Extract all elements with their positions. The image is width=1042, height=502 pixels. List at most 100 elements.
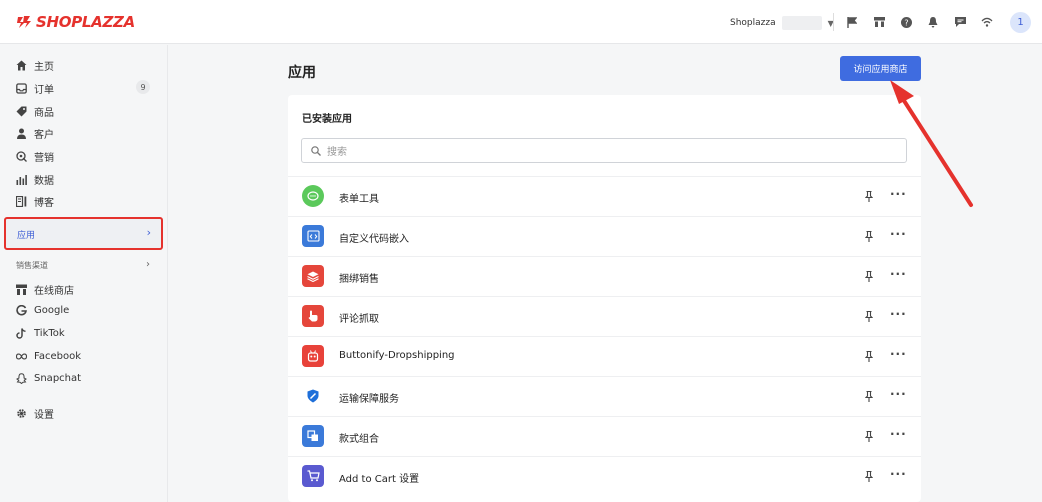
chat-bubble-icon <box>302 185 324 207</box>
sidebar-item-label: 在线商店 <box>34 286 74 297</box>
svg-text:?: ? <box>904 18 908 27</box>
store-switcher[interactable]: Shoplazza ▼ <box>730 16 834 30</box>
pin-icon[interactable] <box>864 269 874 283</box>
chart-icon <box>16 175 27 185</box>
app-row[interactable]: 自定义代码嵌入 ··· <box>288 216 921 256</box>
app-row[interactable]: Buttonify-Dropshipping ··· <box>288 336 921 376</box>
app-row[interactable]: 评论抓取 ··· <box>288 296 921 336</box>
store-name: Shoplazza <box>730 18 776 28</box>
visit-app-store-button[interactable]: 访问应用商店 <box>840 56 921 81</box>
sidebar-item-marketing[interactable]: 营销 <box>16 149 54 164</box>
code-embed-icon <box>302 225 324 247</box>
sidebar-item-label: TikTok <box>34 328 65 339</box>
sidebar-item-products[interactable]: 商品 <box>16 104 54 119</box>
installed-apps-card: 已安装应用 搜索 表单工具 ··· 自定义代码嵌入 ··· 捆绑销售 ··· 评… <box>288 95 921 502</box>
layers-icon <box>302 265 324 287</box>
card-title: 已安装应用 <box>302 114 352 125</box>
sidebar-item-label: 博客 <box>34 198 54 209</box>
app-name: Buttonify-Dropshipping <box>339 350 455 361</box>
pin-icon[interactable] <box>864 389 874 403</box>
help-icon[interactable]: ? <box>899 15 913 29</box>
cart-icon <box>302 465 324 487</box>
app-name: 款式组合 <box>339 434 379 445</box>
store-id-redacted <box>781 16 822 30</box>
bell-icon[interactable] <box>926 15 940 29</box>
sidebar-item-orders[interactable]: 订单 <box>16 81 54 96</box>
page-title: 应用 <box>288 65 316 81</box>
message-icon[interactable] <box>953 15 967 29</box>
chevron-right-icon[interactable]: › <box>146 259 150 270</box>
user-icon <box>17 128 26 139</box>
search-icon <box>311 145 321 156</box>
brand-name: SHOPLAZZA <box>36 13 135 31</box>
sidebar-item-home[interactable]: 主页 <box>16 58 54 73</box>
gear-icon <box>17 409 26 418</box>
more-options-icon[interactable]: ··· <box>890 347 907 361</box>
orders-count-badge: 9 <box>136 80 150 94</box>
more-options-icon[interactable]: ··· <box>890 467 907 481</box>
sidebar-item-label: Google <box>34 305 70 316</box>
sidebar-item-settings[interactable]: 设置 <box>16 406 54 421</box>
store-icon <box>16 284 27 295</box>
sidebar-item-analytics[interactable]: 数据 <box>16 172 54 187</box>
pin-icon[interactable] <box>864 189 874 203</box>
sidebar-item-label: 营销 <box>34 153 54 164</box>
sidebar-item-label: Facebook <box>34 351 81 362</box>
sidebar-item-label: 订单 <box>34 85 54 96</box>
pin-icon[interactable] <box>864 349 874 363</box>
variants-icon <box>302 425 324 447</box>
more-options-icon[interactable]: ··· <box>890 387 907 401</box>
sidebar-item-snapchat[interactable]: Snapchat <box>16 373 81 384</box>
sales-channels-heading: 销售渠道 <box>16 261 48 270</box>
divider <box>833 13 834 31</box>
app-row[interactable]: Add to Cart 设置 ··· <box>288 456 921 496</box>
search-placeholder: 搜索 <box>327 147 347 158</box>
more-options-icon[interactable]: ··· <box>890 307 907 321</box>
app-name: Add to Cart 设置 <box>339 474 420 485</box>
app-row[interactable]: 表单工具 ··· <box>288 176 921 216</box>
avatar-initial: 1 <box>1017 17 1024 28</box>
robot-icon <box>302 345 324 367</box>
pin-icon[interactable] <box>864 469 874 483</box>
sidebar-item-label: 主页 <box>34 62 54 73</box>
sidebar-item-google[interactable]: Google <box>16 305 69 316</box>
blog-icon <box>16 196 27 207</box>
sidebar-item-blog[interactable]: 博客 <box>16 194 54 209</box>
sidebar-item-online-store[interactable]: 在线商店 <box>16 282 74 297</box>
sidebar-item-label: 商品 <box>34 108 54 119</box>
orders-icon <box>16 83 27 94</box>
store-icon[interactable] <box>872 15 886 29</box>
app-name: 评论抓取 <box>339 314 379 325</box>
more-options-icon[interactable]: ··· <box>890 267 907 281</box>
pin-icon[interactable] <box>864 229 874 243</box>
more-options-icon[interactable]: ··· <box>890 427 907 441</box>
shield-icon <box>302 385 324 407</box>
sidebar-item-label: 设置 <box>34 410 54 421</box>
app-row[interactable]: 款式组合 ··· <box>288 416 921 456</box>
app-name: 自定义代码嵌入 <box>339 234 409 245</box>
avatar[interactable]: 1 <box>1010 12 1031 33</box>
top-bar: SHOPLAZZA Shoplazza ▼ ? 1 <box>0 0 1042 44</box>
app-row[interactable]: 运输保障服务 ··· <box>288 376 921 416</box>
more-options-icon[interactable]: ··· <box>890 227 907 241</box>
pin-icon[interactable] <box>864 429 874 443</box>
wifi-icon[interactable] <box>980 15 994 29</box>
chevron-right-icon: › <box>146 226 151 239</box>
sidebar-item-label: 客户 <box>34 130 54 141</box>
app-row[interactable]: 捆绑销售 ··· <box>288 256 921 296</box>
sidebar-item-apps[interactable]: 应用 › <box>4 217 163 250</box>
google-icon <box>16 305 27 316</box>
sidebar-item-facebook[interactable]: Facebook <box>16 351 81 362</box>
tiktok-icon <box>16 328 26 339</box>
shoplazza-logo[interactable]: SHOPLAZZA <box>16 13 135 31</box>
more-options-icon[interactable]: ··· <box>890 187 907 201</box>
sidebar-item-customers[interactable]: 客户 <box>16 126 54 141</box>
sidebar-item-tiktok[interactable]: TikTok <box>16 328 65 339</box>
tag-icon <box>16 106 27 117</box>
search-input[interactable]: 搜索 <box>301 138 907 163</box>
marketing-icon <box>16 151 27 162</box>
flag-icon[interactable] <box>845 15 859 29</box>
pin-icon[interactable] <box>864 309 874 323</box>
app-name: 表单工具 <box>339 194 379 205</box>
hand-pointer-icon <box>302 305 324 327</box>
